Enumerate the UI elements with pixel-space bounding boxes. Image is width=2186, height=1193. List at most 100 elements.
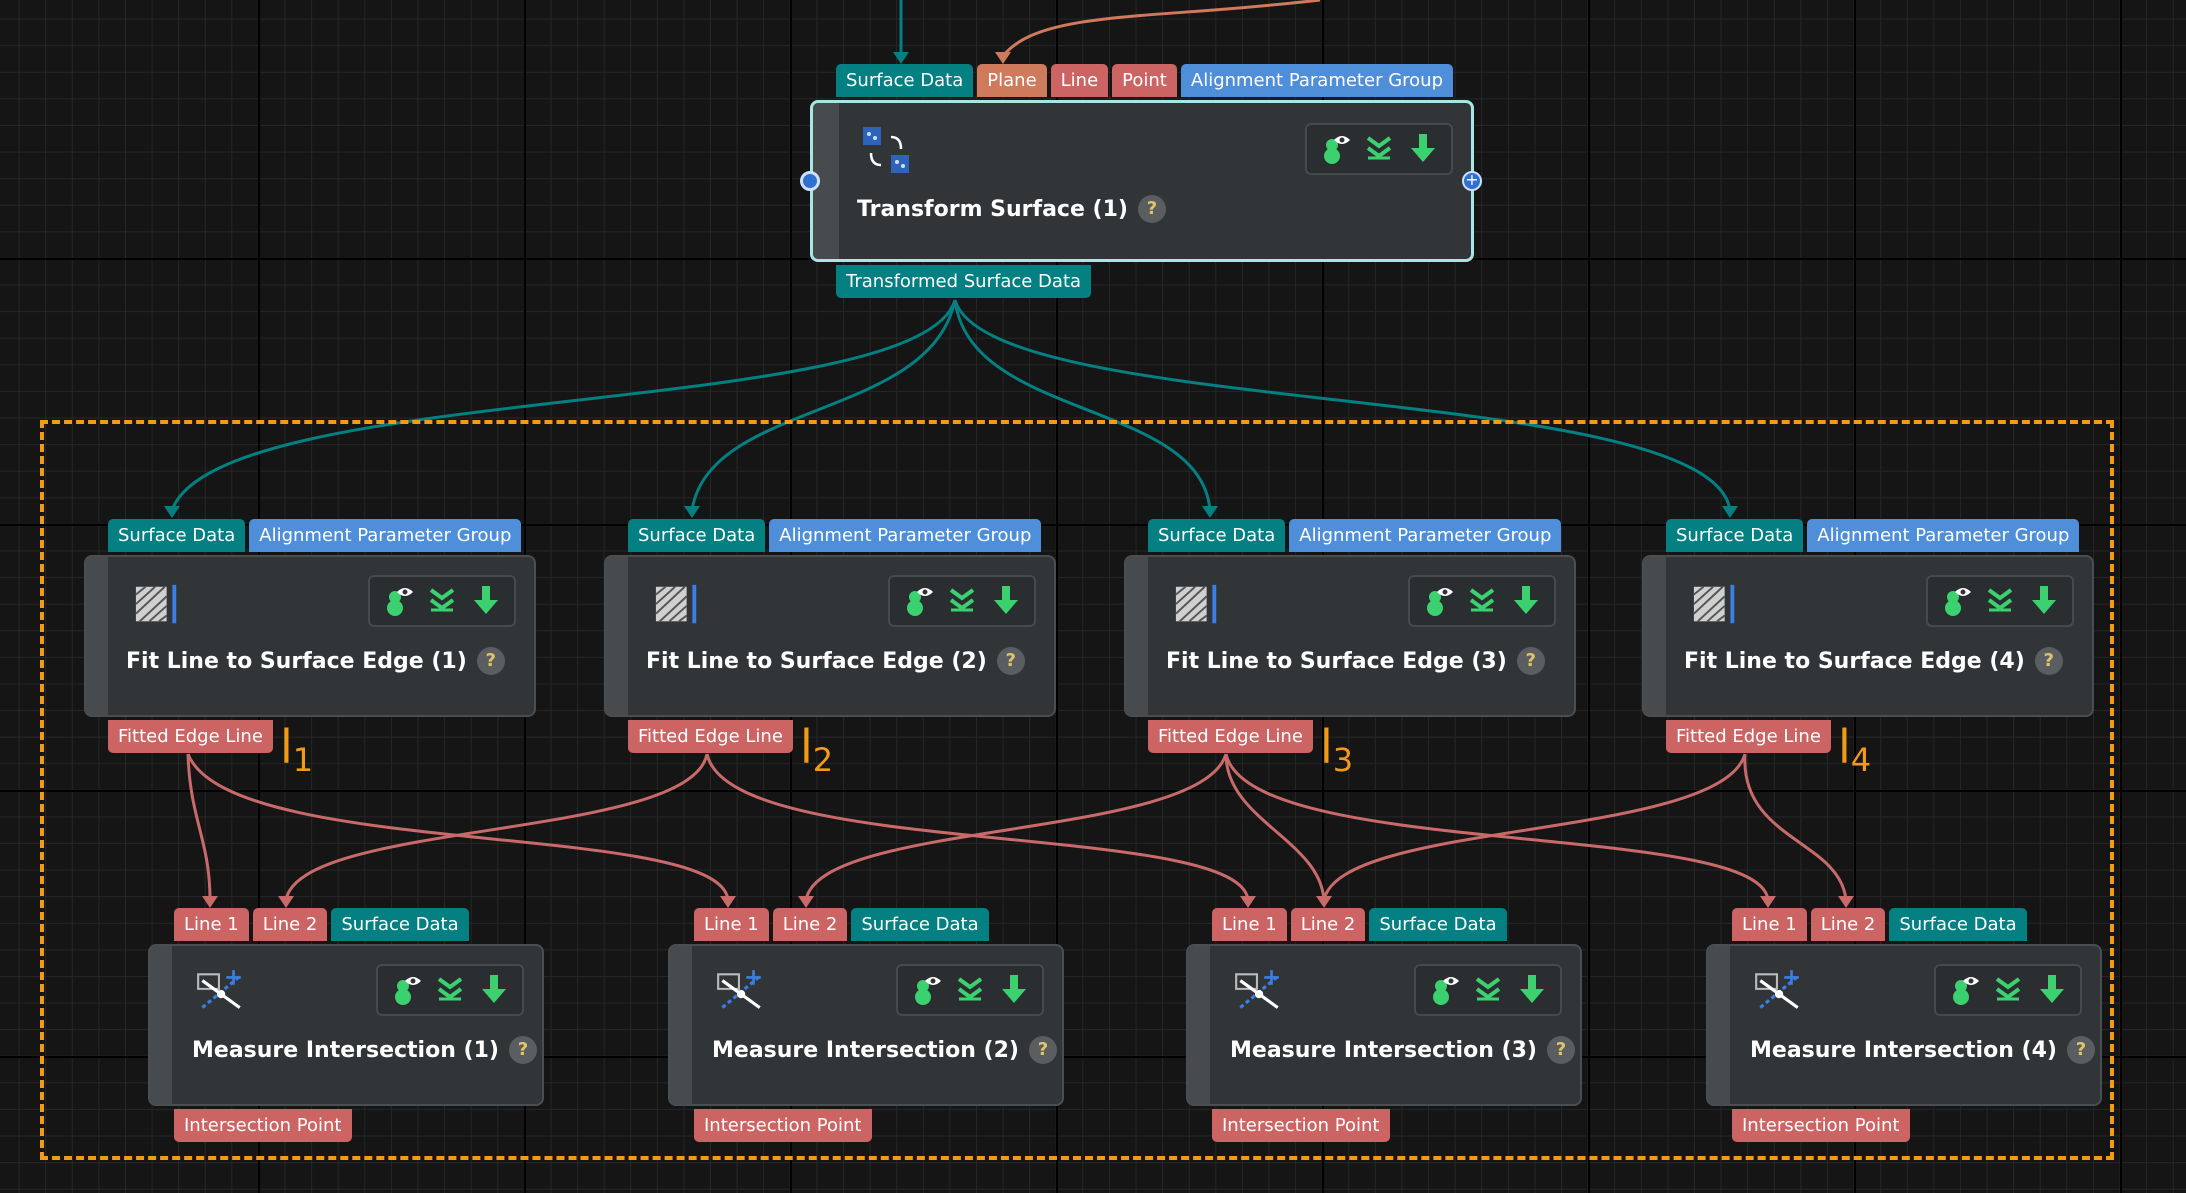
port-alignment-parameter-group[interactable]: Alignment Parameter Group	[1289, 519, 1562, 552]
download-icon[interactable]	[989, 584, 1023, 618]
fit-line-edge-icon	[135, 584, 177, 624]
expand-icon[interactable]	[945, 584, 979, 618]
download-icon[interactable]	[1515, 973, 1549, 1007]
port-plane[interactable]: Plane	[977, 64, 1047, 97]
visibility-icon[interactable]	[901, 584, 935, 618]
node-title-text: Transform Surface (1)	[857, 196, 1128, 222]
node-title: Measure Intersection (1)?	[192, 1036, 537, 1064]
measure-intersection-node-1[interactable]: Measure Intersection (1)?	[148, 944, 544, 1106]
download-icon[interactable]	[477, 973, 511, 1007]
port-surface-data[interactable]: Surface Data	[628, 519, 766, 552]
measure-node-1-output-ports: Intersection Point	[174, 1109, 352, 1142]
port-surface-data[interactable]: Surface Data	[1369, 908, 1507, 941]
port-surface-data[interactable]: Surface Data	[1148, 519, 1286, 552]
help-icon[interactable]: ?	[996, 647, 1025, 675]
transform-input-ports: Surface Data Plane Line Point Alignment …	[836, 64, 1453, 97]
download-icon[interactable]	[1509, 584, 1543, 618]
node-title-text: Measure Intersection (1)	[192, 1037, 499, 1063]
left-connector[interactable]	[800, 171, 820, 191]
measure-node-2-output-ports: Intersection Point	[694, 1109, 872, 1142]
download-icon[interactable]	[2035, 973, 2069, 1007]
expand-icon[interactable]	[1991, 973, 2025, 1007]
help-icon[interactable]: ?	[2034, 647, 2063, 675]
port-intersection-point[interactable]: Intersection Point	[694, 1109, 872, 1142]
port-fitted-edge-line[interactable]: Fitted Edge Line	[108, 720, 273, 753]
add-connector-icon[interactable]: +	[1462, 171, 1482, 191]
download-icon[interactable]	[997, 973, 1031, 1007]
measure-intersection-node-4[interactable]: Measure Intersection (4)?	[1706, 944, 2102, 1106]
expand-icon[interactable]	[1362, 132, 1396, 166]
node-title: Measure Intersection (4)?	[1750, 1036, 2095, 1064]
help-icon[interactable]: ?	[508, 1036, 537, 1064]
line-label-4: l4	[1838, 724, 1871, 776]
visibility-icon[interactable]	[1318, 132, 1352, 166]
port-line[interactable]: Line	[1050, 64, 1109, 97]
expand-icon[interactable]	[953, 973, 987, 1007]
port-point[interactable]: Point	[1112, 64, 1177, 97]
port-surface-data[interactable]: Surface Data	[1666, 519, 1804, 552]
port-fitted-edge-line[interactable]: Fitted Edge Line	[628, 720, 793, 753]
fit-line-node-3[interactable]: Fit Line to Surface Edge (3)?	[1124, 555, 1576, 717]
node-side-bar	[1126, 557, 1148, 715]
measure-node-1-input-ports: Line 1 Line 2 Surface Data	[174, 908, 469, 941]
download-icon[interactable]	[469, 584, 503, 618]
node-title-text: Fit Line to Surface Edge (4)	[1684, 648, 2025, 674]
port-line-2[interactable]: Line 2	[252, 908, 328, 941]
fit-node-3-output-ports: Fitted Edge Line	[1148, 720, 1313, 753]
port-intersection-point[interactable]: Intersection Point	[174, 1109, 352, 1142]
node-title-text: Measure Intersection (2)	[712, 1037, 1019, 1063]
expand-icon[interactable]	[425, 584, 459, 618]
fit-line-node-4[interactable]: Fit Line to Surface Edge (4)?	[1642, 555, 2094, 717]
port-surface-data[interactable]: Surface Data	[108, 519, 246, 552]
port-line-2[interactable]: Line 2	[1810, 908, 1886, 941]
fit-line-node-1[interactable]: Fit Line to Surface Edge (1)?	[84, 555, 536, 717]
download-icon[interactable]	[2027, 584, 2061, 618]
help-icon[interactable]: ?	[476, 647, 505, 675]
port-line-1[interactable]: Line 1	[694, 908, 769, 941]
help-icon[interactable]: ?	[1028, 1036, 1057, 1064]
node-title: Fit Line to Surface Edge (3)?	[1166, 647, 1545, 675]
port-line-1[interactable]: Line 1	[1732, 908, 1807, 941]
visibility-icon[interactable]	[1421, 584, 1455, 618]
measure-node-4-output-ports: Intersection Point	[1732, 1109, 1910, 1142]
expand-icon[interactable]	[1465, 584, 1499, 618]
port-surface-data[interactable]: Surface Data	[1889, 908, 2027, 941]
port-transformed-surface-data[interactable]: Transformed Surface Data	[836, 265, 1092, 298]
port-line-2[interactable]: Line 2	[1290, 908, 1366, 941]
visibility-icon[interactable]	[909, 973, 943, 1007]
node-toolbar	[1408, 575, 1556, 627]
transform-surface-node[interactable]: Transform Surface (1) ?	[810, 100, 1474, 262]
port-surface-data[interactable]: Surface Data	[331, 908, 469, 941]
port-surface-data[interactable]: Surface Data	[851, 908, 989, 941]
port-line-1[interactable]: Line 1	[174, 908, 249, 941]
line-label-letter: l	[800, 720, 813, 774]
port-alignment-parameter-group[interactable]: Alignment Parameter Group	[769, 519, 1042, 552]
port-alignment-parameter-group[interactable]: Alignment Parameter Group	[1807, 519, 2080, 552]
help-icon[interactable]: ?	[2066, 1036, 2095, 1064]
fit-line-node-2[interactable]: Fit Line to Surface Edge (2)?	[604, 555, 1056, 717]
download-icon[interactable]	[1406, 132, 1440, 166]
visibility-icon[interactable]	[1939, 584, 1973, 618]
visibility-icon[interactable]	[1947, 973, 1981, 1007]
line-label-letter: l	[280, 720, 293, 774]
visibility-icon[interactable]	[389, 973, 423, 1007]
measure-intersection-node-2[interactable]: Measure Intersection (2)?	[668, 944, 1064, 1106]
expand-icon[interactable]	[433, 973, 467, 1007]
help-icon[interactable]: ?	[1516, 647, 1545, 675]
help-icon[interactable]: ?	[1137, 195, 1166, 223]
port-alignment-parameter-group[interactable]: Alignment Parameter Group	[249, 519, 522, 552]
port-intersection-point[interactable]: Intersection Point	[1212, 1109, 1390, 1142]
port-fitted-edge-line[interactable]: Fitted Edge Line	[1148, 720, 1313, 753]
port-surface-data[interactable]: Surface Data	[836, 64, 974, 97]
visibility-icon[interactable]	[1427, 973, 1461, 1007]
help-icon[interactable]: ?	[1546, 1036, 1575, 1064]
expand-icon[interactable]	[1471, 973, 1505, 1007]
port-alignment-parameter-group[interactable]: Alignment Parameter Group	[1180, 64, 1453, 97]
port-intersection-point[interactable]: Intersection Point	[1732, 1109, 1910, 1142]
port-line-2[interactable]: Line 2	[772, 908, 848, 941]
measure-intersection-node-3[interactable]: Measure Intersection (3)?	[1186, 944, 1582, 1106]
port-fitted-edge-line[interactable]: Fitted Edge Line	[1666, 720, 1831, 753]
expand-icon[interactable]	[1983, 584, 2017, 618]
port-line-1[interactable]: Line 1	[1212, 908, 1287, 941]
visibility-icon[interactable]	[381, 584, 415, 618]
